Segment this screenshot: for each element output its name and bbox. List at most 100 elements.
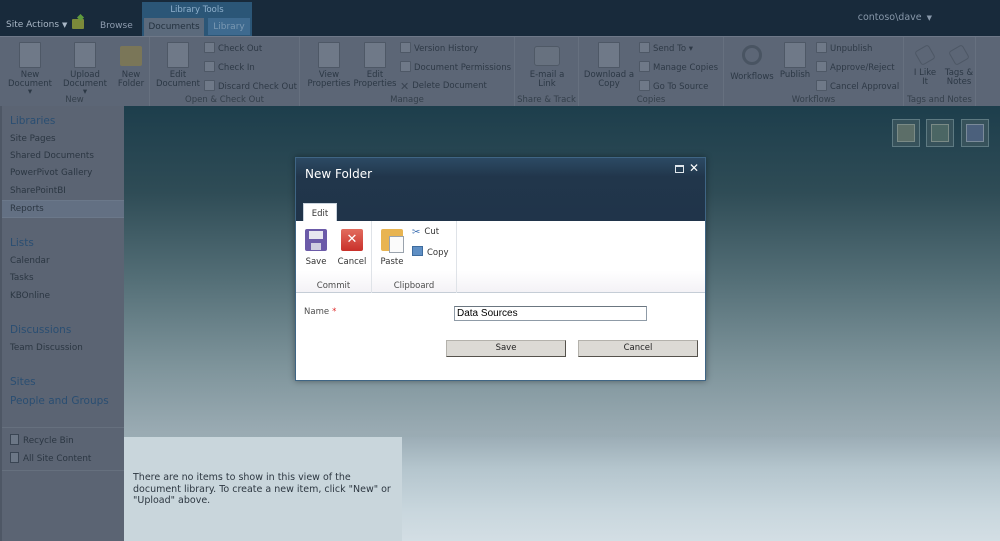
go-to-source-button[interactable]: Go To Source [639,80,708,92]
ribbon-group-label: Share & Track [517,95,576,105]
chart-view-icon [931,124,949,142]
nav-recycle-bin[interactable]: Recycle Bin [10,434,74,446]
nav-divider [2,427,126,428]
new-folder-dialog: New Folder ✕ Edit Save ✕ Cancel Commit P… [295,157,706,381]
email-link-button[interactable]: E-mail a Link [523,42,571,88]
nav-heading-lists[interactable]: Lists [10,237,34,249]
manage-copies-button[interactable]: Manage Copies [639,61,718,73]
nav-item-tasks[interactable]: Tasks [10,273,34,283]
site-actions-menu[interactable]: Site Actions ▼ [6,20,67,30]
ribbon-group-open-checkout: Edit Document Check Out Check In Discard … [150,37,300,107]
new-document-icon [19,42,41,68]
delete-document-button[interactable]: ✕ Delete Document [400,80,487,93]
name-field-label: Name * [304,307,337,317]
navigate-up-icon[interactable] [72,19,84,29]
paste-button[interactable]: Paste [378,229,406,267]
close-icon[interactable]: ✕ [689,161,699,175]
dialog-group-clipboard: Paste ✂ Cut Copy Clipboard [372,221,457,293]
workflows-icon [742,45,762,65]
nav-heading-sites[interactable]: Sites [10,376,36,388]
ribbon-group-manage: View Properties Edit Properties Version Hi… [300,37,515,107]
ribbon-group-tags-notes: I Like It Tags & Notes Tags and Notes [904,37,976,107]
dialog-group-label: Clipboard [393,281,435,291]
quick-launch: Libraries Site Pages Shared Documents Po… [0,106,126,541]
dialog-group-commit: Save ✕ Cancel Commit [296,221,372,293]
ribbon-group-label: New [65,95,84,105]
download-copy-button[interactable]: Download a Copy [581,42,637,88]
dialog-group-label: Commit [316,281,351,291]
ribbon-group-label: Tags and Notes [907,95,972,105]
nav-item-shared-documents[interactable]: Shared Documents [10,151,94,161]
paste-clipboard-icon [381,229,404,253]
approve-reject-icon [816,61,827,72]
check-in-button[interactable]: Check In [204,61,255,73]
discard-check-out-button[interactable]: Discard Check Out [204,80,297,92]
ribbon-save-button[interactable]: Save [304,229,328,267]
top-bar: Site Actions ▼ Browse Library Tools Docum… [0,0,1000,36]
check-in-icon [204,61,215,72]
maximize-icon[interactable] [675,165,684,173]
copy-button[interactable]: Copy [412,246,449,258]
ribbon-group-copies: Download a Copy Send To ▾ Manage Copies G… [579,37,724,107]
nav-item-reports[interactable]: Reports [10,204,44,214]
ribbon-group-label: Copies [636,95,666,105]
check-out-button[interactable]: Check Out [204,42,262,54]
nav-item-kbonline[interactable]: KBOnline [10,291,50,301]
new-document-button[interactable]: New Document ▾ [6,42,54,97]
nav-item-team-discussion[interactable]: Team Discussion [10,343,83,353]
permissions-icon [400,61,411,72]
nav-item-sharepointbi[interactable]: SharePointBI [10,186,66,196]
tab-documents[interactable]: Documents [144,18,204,36]
ribbon-group-label: Open & Check Out [185,95,264,105]
chart-view-button[interactable] [926,119,954,147]
publish-button[interactable]: Publish [778,42,812,80]
send-to-button[interactable]: Send To ▾ [639,42,693,54]
ribbon: New Document ▾ Upload Document ▾ New Folder… [0,36,1000,107]
view-properties-button[interactable]: View Properties [306,42,352,88]
tab-library[interactable]: Library [208,18,250,35]
nav-item-site-pages[interactable]: Site Pages [10,134,56,144]
nav-heading-people-groups[interactable]: People and Groups [10,395,109,407]
dialog-tab-edit[interactable]: Edit [303,203,337,222]
user-menu[interactable]: contoso\dave ▼ [858,12,932,23]
nav-heading-discussions[interactable]: Discussions [10,324,71,336]
document-permissions-button[interactable]: Document Permissions [400,61,511,73]
copy-icon [412,246,423,256]
like-tag-icon [914,44,936,66]
view-properties-icon [318,42,340,68]
folder-name-input[interactable] [454,306,647,321]
calendar-view-icon [966,124,984,142]
approve-reject-button[interactable]: Approve/Reject [816,61,895,73]
nav-item-calendar[interactable]: Calendar [10,256,50,266]
cancel-approval-button[interactable]: Cancel Approval [816,80,899,92]
tags-notes-icon [948,44,970,66]
ribbon-group-workflows: Workflows Publish Unpublish Approve/Reje… [724,37,904,107]
nav-heading-libraries[interactable]: Libraries [10,115,55,127]
upload-document-button[interactable]: Upload Document ▾ [60,42,110,97]
nav-all-site-content[interactable]: All Site Content [10,452,91,464]
delete-x-icon: ✕ [400,80,410,93]
dialog-ribbon: Save ✕ Cancel Commit Paste ✂ Cut Copy Cli… [296,221,705,293]
workflows-button[interactable]: Workflows [728,42,776,82]
calendar-view-button[interactable] [961,119,989,147]
unpublish-button[interactable]: Unpublish [816,42,872,54]
edit-document-icon [167,42,189,68]
upload-icon [74,42,96,68]
edit-properties-button[interactable]: Edit Properties [352,42,398,88]
edit-document-button[interactable]: Edit Document [154,42,202,88]
excel-view-button[interactable] [892,119,920,147]
cancel-x-icon: ✕ [341,229,363,251]
tags-notes-button[interactable]: Tags & Notes [942,42,976,86]
cancel-button[interactable]: Cancel [578,340,698,357]
i-like-it-button[interactable]: I Like It [908,42,942,86]
version-history-button[interactable]: Version History [400,42,478,54]
dialog-header: New Folder ✕ Edit [296,158,705,222]
check-out-icon [204,42,215,53]
tab-browse[interactable]: Browse [100,21,133,31]
nav-item-powerpivot-gallery[interactable]: PowerPivot Gallery [10,168,92,178]
unpublish-icon [816,42,827,53]
new-folder-button[interactable]: New Folder [114,42,148,88]
save-button[interactable]: Save [446,340,566,357]
ribbon-cancel-button[interactable]: ✕ Cancel [336,229,368,267]
cut-button[interactable]: ✂ Cut [412,227,439,238]
